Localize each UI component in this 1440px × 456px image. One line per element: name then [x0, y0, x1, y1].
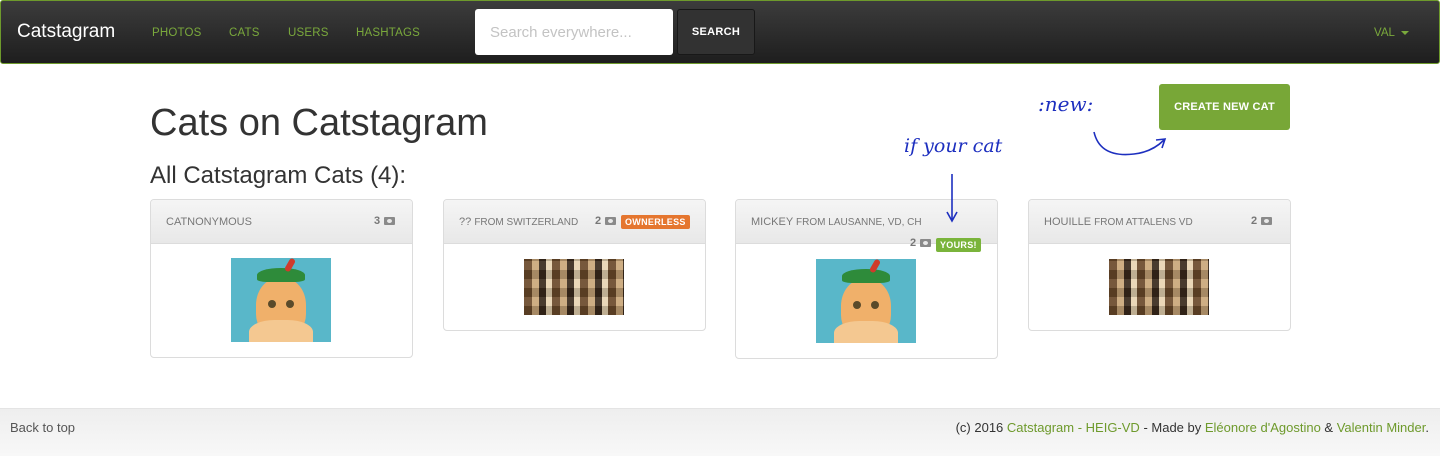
search-input[interactable] — [475, 9, 673, 55]
camera-icon — [920, 239, 932, 247]
user-menu[interactable]: VAL — [1374, 27, 1409, 39]
back-to-top-link[interactable]: Back to top — [10, 420, 75, 435]
page-title: Cats on Catstagram — [150, 102, 488, 144]
photo-count: 2 — [1251, 215, 1273, 227]
photo-count: 3 — [374, 215, 396, 227]
camera-icon — [605, 217, 617, 225]
nav-users[interactable]: USERS — [288, 27, 329, 39]
chevron-down-icon — [1400, 31, 1409, 35]
cat-name: ?? FROM SWITZERLAND — [459, 216, 579, 228]
nav-cats[interactable]: CATS — [229, 27, 260, 39]
footer: Back to top (c) 2016 Catstagram - HEIG-V… — [0, 408, 1440, 456]
author-link[interactable]: Valentin Minder — [1337, 420, 1426, 435]
yours-badge: YOURS! — [936, 238, 981, 252]
camera-icon — [384, 217, 396, 225]
site-link[interactable]: Catstagram - HEIG-VD — [1007, 420, 1140, 435]
cat-photo[interactable] — [231, 258, 331, 342]
cat-photo[interactable] — [524, 259, 624, 315]
cat-photo[interactable] — [816, 259, 916, 343]
ownerless-badge: OWNERLESS — [621, 215, 690, 229]
brand-logo[interactable]: Catstagram — [17, 21, 115, 43]
annotation-your-cat: if your cat — [904, 135, 1003, 157]
card-body: 2 YOURS! — [736, 237, 997, 358]
card-header: CATNONYMOUS 3 — [151, 200, 412, 244]
photo-count: 2 — [595, 215, 617, 227]
card-header: HOUILLE FROM ATTALENS VD 2 — [1029, 200, 1290, 244]
search-button[interactable]: SEARCH — [677, 9, 755, 55]
camera-icon — [1261, 217, 1273, 225]
nav-hashtags[interactable]: HASHTAGS — [356, 27, 420, 39]
user-menu-label: VAL — [1374, 27, 1395, 39]
create-new-cat-button[interactable]: CREATE NEW CAT — [1159, 84, 1290, 130]
card-body — [151, 244, 412, 357]
cat-card[interactable]: CATNONYMOUS 3 — [150, 199, 413, 358]
annotation-new: :new: — [1038, 92, 1094, 116]
cat-card[interactable]: ?? FROM SWITZERLAND 2 OWNERLESS — [443, 199, 706, 331]
cat-name: MICKEY FROM LAUSANNE, VD, CH — [751, 216, 922, 228]
navbar: Catstagram PHOTOS CATS USERS HASHTAGS SE… — [0, 0, 1440, 64]
card-body — [444, 244, 705, 330]
cat-card[interactable]: HOUILLE FROM ATTALENS VD 2 — [1028, 199, 1291, 331]
cat-photo[interactable] — [1109, 259, 1209, 315]
cat-name: CATNONYMOUS — [166, 216, 252, 228]
footer-credits: (c) 2016 Catstagram - HEIG-VD - Made by … — [955, 420, 1429, 435]
nav-photos[interactable]: PHOTOS — [152, 27, 202, 39]
photo-count: 2 — [910, 237, 932, 249]
cat-name: HOUILLE FROM ATTALENS VD — [1044, 216, 1193, 228]
curved-arrow-icon — [1093, 131, 1167, 156]
author-link[interactable]: Eléonore d'Agostino — [1205, 420, 1321, 435]
card-body — [1029, 244, 1290, 330]
card-header: ?? FROM SWITZERLAND 2 OWNERLESS — [444, 200, 705, 244]
down-arrow-icon — [946, 174, 958, 223]
section-title: All Catstagram Cats (4): — [150, 162, 407, 189]
